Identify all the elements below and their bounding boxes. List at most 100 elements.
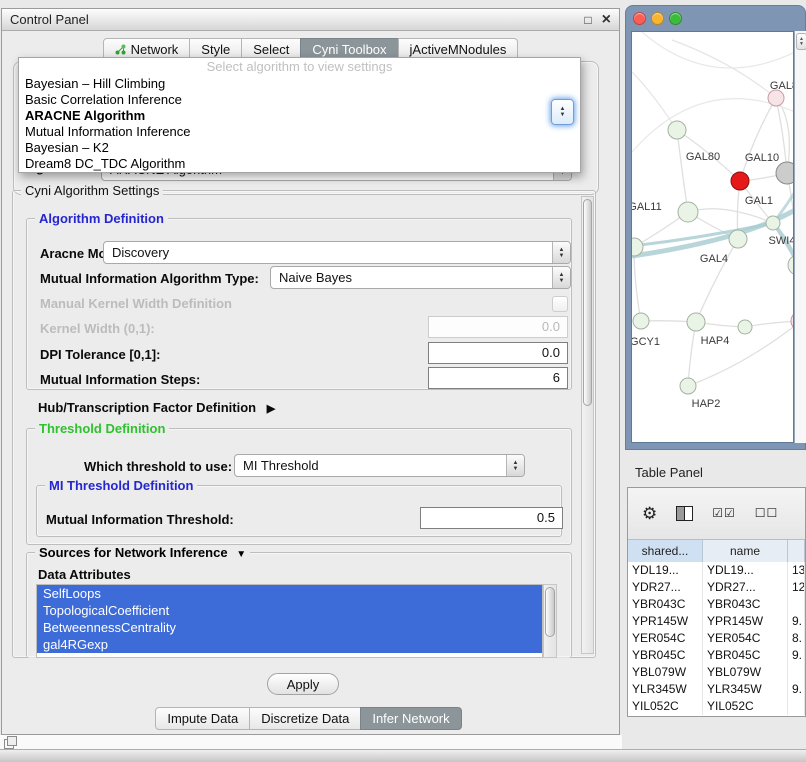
dropdown-option-selected[interactable]: ARACNE Algorithm xyxy=(19,108,580,124)
settings-scrollbar-thumb[interactable] xyxy=(583,199,592,406)
minimize-traffic-light[interactable] xyxy=(651,12,664,25)
combo-stepper-icon[interactable]: ▲▼ xyxy=(552,267,570,288)
hub-section-toggle[interactable]: Hub/Transcription Factor Definition ▶ xyxy=(38,400,275,415)
table-cell[interactable]: YBL079W xyxy=(703,664,788,681)
table-cell[interactable]: YER054C xyxy=(628,630,703,647)
dropdown-option[interactable]: Bayesian – Hill Climbing xyxy=(19,76,580,92)
list-item[interactable]: TopologicalCoefficient xyxy=(37,602,542,619)
close-icon[interactable]: × xyxy=(602,11,611,29)
column-header-shared[interactable]: shared... xyxy=(628,540,703,562)
network-node-green-hap2[interactable] xyxy=(680,378,696,394)
table-cell[interactable]: YDL19... xyxy=(703,562,788,579)
table-cell[interactable] xyxy=(788,596,805,613)
column-header-name[interactable]: name xyxy=(703,540,788,562)
list-item[interactable]: SelfLoops xyxy=(37,585,542,602)
table-cell[interactable]: YER054C xyxy=(703,630,788,647)
tab-infer-network[interactable]: Infer Network xyxy=(360,707,461,730)
table-cell[interactable]: YBR043C xyxy=(703,596,788,613)
network-node-green-hap4[interactable] xyxy=(687,313,705,331)
tab-discretize-data[interactable]: Discretize Data xyxy=(249,707,361,730)
network-node-red-gal10[interactable] xyxy=(731,172,749,190)
table-cell[interactable]: YIL052C xyxy=(703,698,788,715)
table-cell[interactable]: 9. xyxy=(788,681,805,698)
manual-kernel-checkbox[interactable] xyxy=(552,296,568,312)
combo-stepper-icon[interactable]: ▲▼ xyxy=(506,455,524,476)
network-edge xyxy=(696,239,738,322)
which-threshold-label: Which threshold to use: xyxy=(84,459,232,474)
list-item[interactable]: BetweennessCentrality xyxy=(37,619,542,636)
table-cell[interactable]: 9. xyxy=(788,613,805,630)
mi-type-label: Mutual Information Algorithm Type: xyxy=(40,271,259,286)
float-panel-icon[interactable] xyxy=(4,736,17,749)
network-node-green-gal11[interactable] xyxy=(678,202,698,222)
table-cell[interactable]: YPR145W xyxy=(703,613,788,630)
network-scrollbar[interactable]: ▲▼ xyxy=(794,31,806,443)
table-row[interactable]: YPR145WYPR145W9. xyxy=(628,613,805,630)
column-header-clipped[interactable] xyxy=(788,540,805,562)
settings-scrollbar[interactable] xyxy=(581,196,594,654)
network-canvas[interactable]: GAL8GAL80GAL10GAL11GAL1SWI4GAL4GCY1HAP4H… xyxy=(631,31,794,443)
table-cell[interactable]: YIL052C xyxy=(628,698,703,715)
close-traffic-light[interactable] xyxy=(633,12,646,25)
table-row[interactable]: YDR27...YDR27...12 xyxy=(628,579,805,596)
tab-impute-data[interactable]: Impute Data xyxy=(155,707,250,730)
list-item[interactable]: gal4RGexp xyxy=(37,636,542,653)
table-cell[interactable]: YBR043C xyxy=(628,596,703,613)
dropdown-option[interactable]: Basic Correlation Inference xyxy=(19,92,580,108)
table-row[interactable]: YBR045CYBR045C9. xyxy=(628,647,805,664)
table-cell[interactable] xyxy=(788,664,805,681)
which-threshold-combobox[interactable]: MI Threshold ▲▼ xyxy=(234,454,525,477)
attributes-list-scrollbar[interactable] xyxy=(543,584,557,658)
table-cell[interactable]: YDL19... xyxy=(628,562,703,579)
focused-combo-stepper-icon[interactable]: ▲▼ xyxy=(551,99,574,125)
table-cell[interactable]: YDR27... xyxy=(628,579,703,596)
network-node-green-gal4[interactable] xyxy=(729,230,747,248)
table-row[interactable]: YER054CYER054C8. xyxy=(628,630,805,647)
dropdown-option[interactable]: Dream8 DC_TDC Algorithm xyxy=(19,156,580,172)
table-cell[interactable]: YLR345W xyxy=(628,681,703,698)
table-cell[interactable]: YBR045C xyxy=(703,647,788,664)
attributes-list-scrollbar-thumb[interactable] xyxy=(545,587,555,637)
network-node-green-gcy1[interactable] xyxy=(633,313,649,329)
kernel-width-field[interactable]: 0.0 xyxy=(428,316,568,338)
column-selector-icon[interactable] xyxy=(676,506,693,521)
network-node-green-gal1[interactable] xyxy=(766,216,780,230)
table-cell[interactable]: 12 xyxy=(788,579,805,596)
table-cell[interactable]: YLR345W xyxy=(703,681,788,698)
deselect-all-icon[interactable]: ☐☐ xyxy=(755,505,779,522)
mi-steps-field[interactable]: 6 xyxy=(428,367,568,389)
apply-button[interactable]: Apply xyxy=(267,673,339,695)
table-row[interactable]: YBR043CYBR043C xyxy=(628,596,805,613)
table-cell[interactable] xyxy=(788,698,805,715)
table-row[interactable]: YDL19...YDL19...13 xyxy=(628,562,805,579)
float-window-icon[interactable]: □ xyxy=(584,13,591,27)
table-row[interactable]: YBL079WYBL079W xyxy=(628,664,805,681)
network-node-green-mid[interactable] xyxy=(738,320,752,334)
dpi-tolerance-field[interactable]: 0.0 xyxy=(428,342,568,364)
table-cell[interactable]: 13 xyxy=(788,562,805,579)
mi-threshold-field[interactable]: 0.5 xyxy=(420,507,563,529)
network-node-green-a[interactable] xyxy=(668,121,686,139)
network-node-gray-hub[interactable] xyxy=(776,162,794,184)
network-edge xyxy=(672,40,776,98)
table-cell[interactable]: YBL079W xyxy=(628,664,703,681)
table-cell[interactable]: 9. xyxy=(788,647,805,664)
tab-label: Select xyxy=(253,42,289,57)
gear-icon[interactable]: ⚙ xyxy=(642,505,657,522)
table-cell[interactable]: YBR045C xyxy=(628,647,703,664)
table-cell[interactable]: YDR27... xyxy=(703,579,788,596)
table-row[interactable]: YLR345WYLR345W9. xyxy=(628,681,805,698)
table-row[interactable]: YIL052CYIL052C xyxy=(628,698,805,715)
zoom-traffic-light[interactable] xyxy=(669,12,682,25)
table-cell[interactable]: YPR145W xyxy=(628,613,703,630)
table-cell[interactable]: 8. xyxy=(788,630,805,647)
dropdown-option[interactable]: Bayesian – K2 xyxy=(19,140,580,156)
aracne-mode-combobox[interactable]: Discovery ▲▼ xyxy=(103,241,571,264)
network-scrollbar-stepper-icon[interactable]: ▲▼ xyxy=(796,33,806,50)
combo-stepper-icon[interactable]: ▲▼ xyxy=(552,242,570,263)
select-all-icon[interactable]: ☑☑ xyxy=(712,505,736,522)
mi-type-combobox[interactable]: Naive Bayes ▲▼ xyxy=(270,266,571,289)
sources-group-toggle[interactable]: Sources for Network Inference ▼ xyxy=(35,545,250,560)
network-node-pink-top[interactable] xyxy=(768,90,784,106)
dropdown-option[interactable]: Mutual Information Inference xyxy=(19,124,580,140)
